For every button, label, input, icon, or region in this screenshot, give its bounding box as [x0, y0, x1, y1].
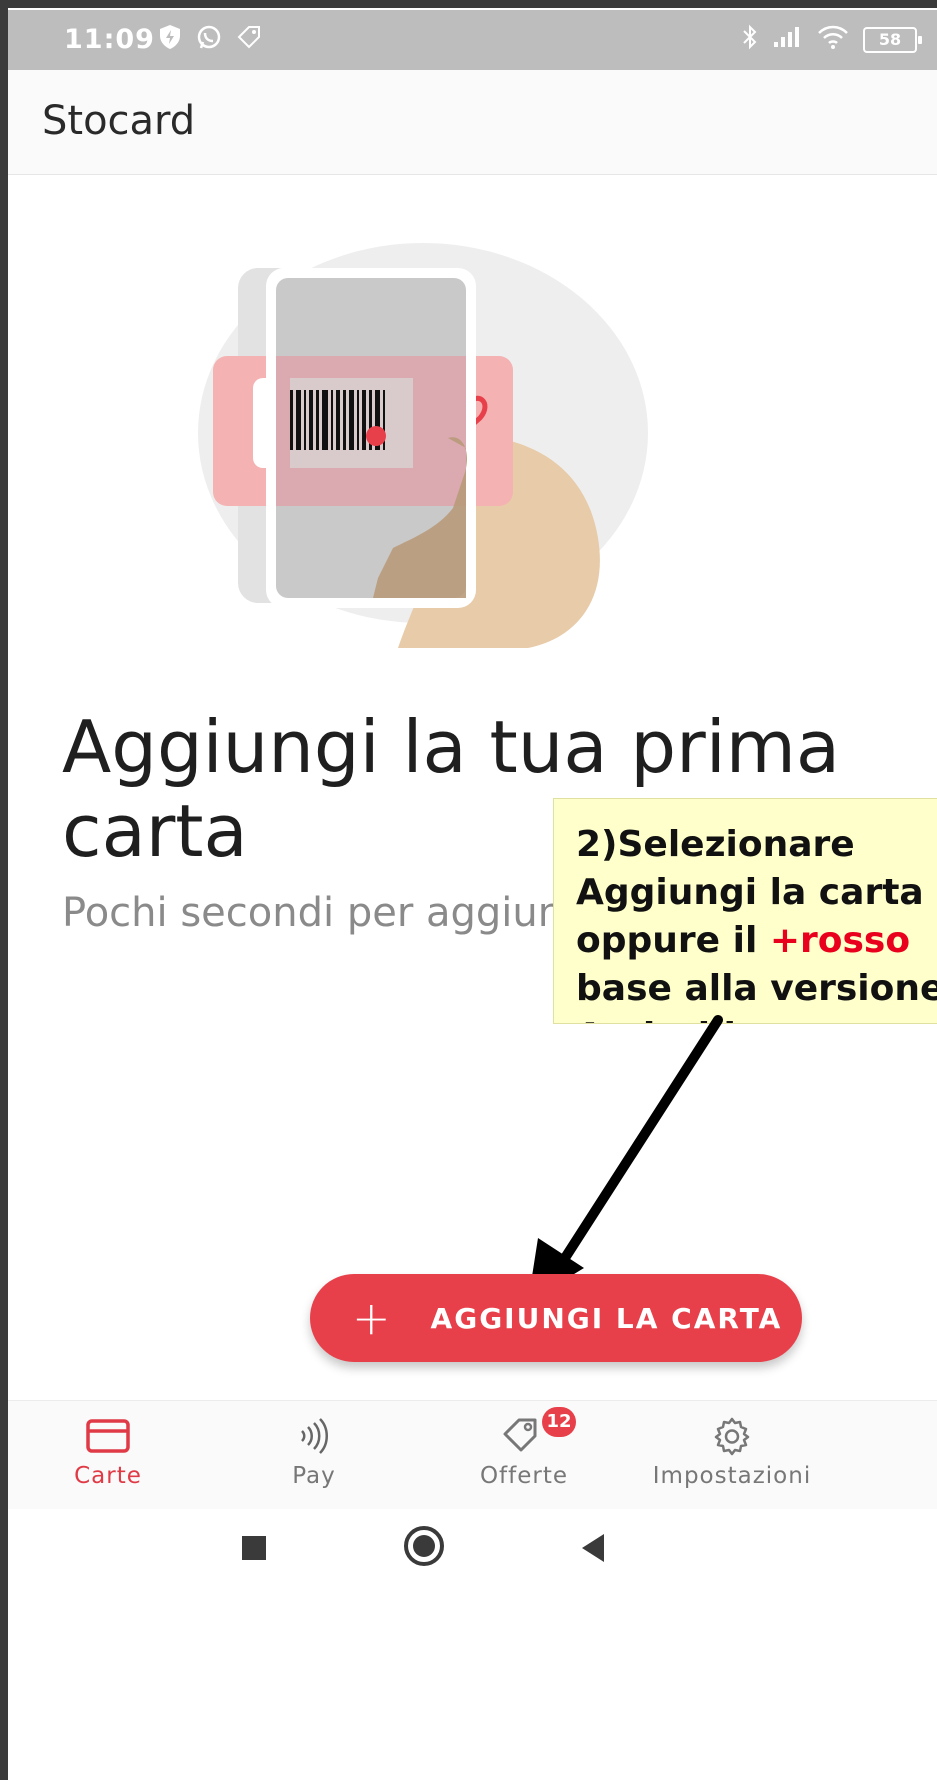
nav-label-offerte: Offerte [479, 1463, 569, 1489]
nfc-icon [214, 1411, 414, 1461]
nav-label-impostazioni: Impostazioni [652, 1463, 812, 1489]
bluetooth-icon [741, 24, 759, 56]
plus-icon: + [352, 1291, 391, 1345]
home-icon[interactable] [404, 1526, 444, 1566]
card-icon [8, 1411, 208, 1461]
wifi-icon [817, 25, 849, 55]
callout-line-3-prefix: oppure il [576, 920, 770, 961]
nav-label-carte: Carte [74, 1463, 142, 1489]
callout-line-1: 2)Selezionare [576, 824, 855, 865]
annotation-arrow [528, 1015, 723, 1302]
shield-icon [158, 24, 182, 56]
callout-line-3: oppure il +rosso [576, 917, 937, 965]
app-bar: Stocard [8, 70, 937, 175]
status-left-icons [158, 24, 262, 56]
scan-card-illustration [198, 238, 648, 648]
battery-icon: 58 [863, 27, 922, 53]
nav-label-pay: Pay [292, 1463, 336, 1489]
nav-item-pay[interactable]: Pay [214, 1411, 414, 1489]
signal-icon [773, 26, 803, 54]
callout-line-4: base alla versione [576, 968, 937, 1009]
phone-screen: 11:09 58 Stocard Aggiungi la tua prima c… [8, 10, 937, 1780]
status-right-icons: 58 [741, 24, 922, 56]
app-title: Stocard [42, 98, 196, 144]
back-icon[interactable] [582, 1534, 604, 1562]
nav-item-offerte[interactable]: 12 Offerte [424, 1407, 624, 1489]
callout-red-text: +rosso [769, 920, 911, 961]
status-bar: 11:09 58 [8, 10, 937, 70]
callout-line-2: Aggiungi la carta [576, 872, 924, 913]
status-time: 11:09 [64, 24, 155, 55]
tag-icon [424, 1411, 624, 1461]
nav-item-carte[interactable]: Carte [8, 1411, 208, 1489]
annotation-callout: 2)Selezionare Aggiungi la carta oppure i… [553, 798, 937, 1024]
gear-icon [632, 1411, 832, 1461]
nav-item-impostazioni[interactable]: Impostazioni [632, 1411, 832, 1489]
recent-apps-icon[interactable] [242, 1536, 266, 1560]
offers-badge: 12 [542, 1407, 576, 1437]
whatsapp-icon [196, 24, 222, 56]
system-navigation-bar [8, 1509, 937, 1780]
tag-icon [236, 24, 262, 56]
add-card-button[interactable]: + AGGIUNGI LA CARTA [310, 1274, 802, 1362]
add-card-label: AGGIUNGI LA CARTA [430, 1301, 783, 1335]
bottom-navigation: Carte Pay 12 Offerte Impostazioni [8, 1400, 937, 1509]
